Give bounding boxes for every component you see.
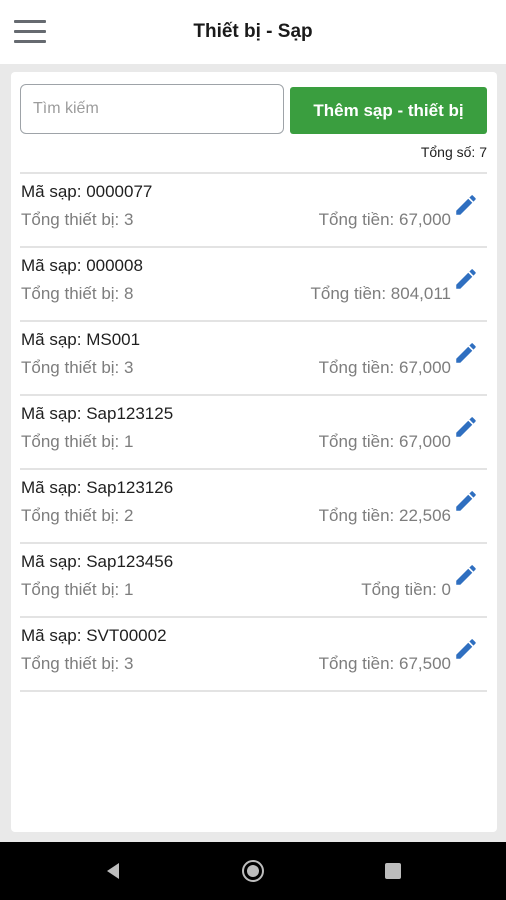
add-stall-device-button[interactable]: Thêm sạp - thiết bị [290,87,487,134]
pencil-icon[interactable] [453,414,479,440]
list-item[interactable]: Mã sạp: 000008 Tổng thiết bị: 8 Tổng tiề… [20,248,487,322]
device-count: Tổng thiết bị: 1 [21,580,134,599]
stall-code: Mã sạp: MS001 [21,330,141,349]
list-item[interactable]: Mã sạp: SVT00002 Tổng thiết bị: 3 Tổng t… [20,618,487,692]
total-amount: Tổng tiền: 67,000 [318,432,451,451]
total-amount: Tổng tiền: 0 [361,580,451,599]
content-card: Thêm sạp - thiết bị Tổng số: 7 Mã sạp: 0… [11,72,497,832]
device-count: Tổng thiết bị: 3 [21,358,134,377]
total-amount: Tổng tiền: 804,011 [310,284,451,303]
total-amount: Tổng tiền: 67,500 [318,654,451,673]
list-item[interactable]: Mã sạp: Sap123456 Tổng thiết bị: 1 Tổng … [20,544,487,618]
stall-code: Mã sạp: Sap123456 [21,552,174,571]
pencil-icon[interactable] [453,562,479,588]
app-header: Thiết bị - Sạp [0,0,506,64]
device-count: Tổng thiết bị: 3 [21,654,134,673]
device-count: Tổng thiết bị: 3 [21,210,134,229]
list-item[interactable]: Mã sạp: Sap123126 Tổng thiết bị: 2 Tổng … [20,470,487,544]
pencil-icon[interactable] [453,636,479,662]
device-count: Tổng thiết bị: 2 [21,506,134,525]
total-count: Tổng số: 7 [420,144,487,160]
home-circle-icon[interactable] [242,860,264,882]
stall-code: Mã sạp: Sap123125 [21,404,174,423]
total-amount: Tổng tiền: 67,000 [318,358,451,377]
system-nav-bar [0,842,506,900]
stall-list: Mã sạp: 0000077 Tổng thiết bị: 3 Tổng ti… [20,172,487,692]
pencil-icon[interactable] [453,192,479,218]
list-item[interactable]: Mã sạp: Sap123125 Tổng thiết bị: 1 Tổng … [20,396,487,470]
device-count: Tổng thiết bị: 8 [21,284,134,303]
pencil-icon[interactable] [453,266,479,292]
total-amount: Tổng tiền: 22,506 [318,506,451,525]
recent-apps-square-icon[interactable] [385,863,401,879]
search-input[interactable] [20,84,284,134]
back-triangle-icon[interactable] [104,862,122,880]
pencil-icon[interactable] [453,340,479,366]
total-amount: Tổng tiền: 67,000 [318,210,451,229]
page-title: Thiết bị - Sạp [193,21,313,42]
stall-code: Mã sạp: 000008 [21,256,143,275]
list-item[interactable]: Mã sạp: 0000077 Tổng thiết bị: 3 Tổng ti… [20,174,487,248]
stall-code: Mã sạp: SVT00002 [21,626,167,645]
pencil-icon[interactable] [453,488,479,514]
stall-code: Mã sạp: Sap123126 [21,478,174,497]
device-count: Tổng thiết bị: 1 [21,432,134,451]
list-item[interactable]: Mã sạp: MS001 Tổng thiết bị: 3 Tổng tiền… [20,322,487,396]
stall-code: Mã sạp: 0000077 [21,182,153,201]
